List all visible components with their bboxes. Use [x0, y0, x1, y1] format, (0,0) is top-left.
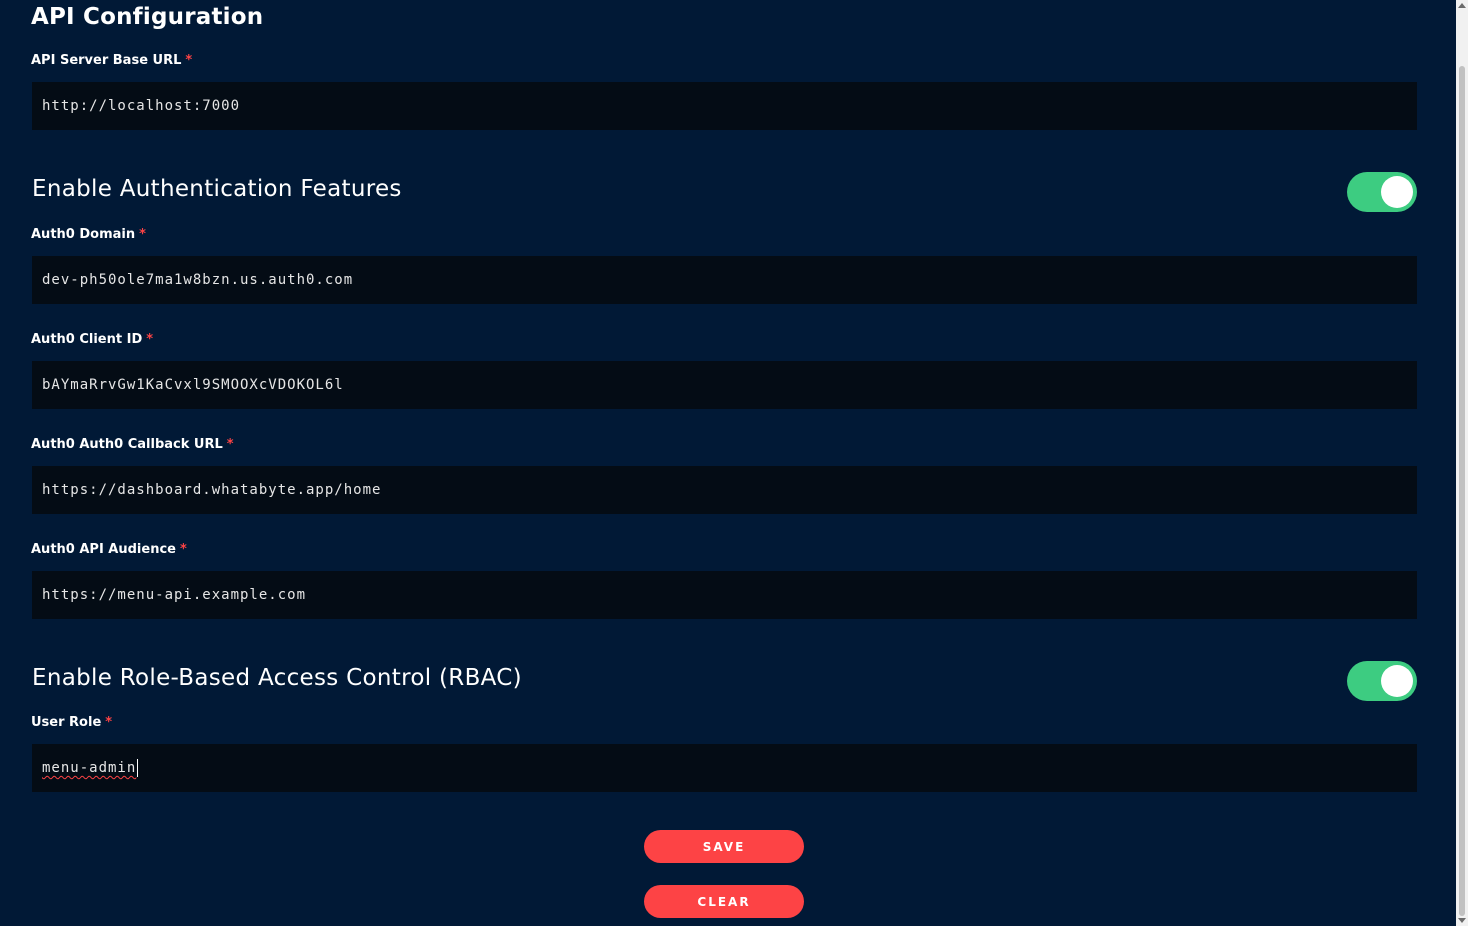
auth0-domain-value: dev-ph50ole7ma1w8bzn.us.auth0.com	[42, 272, 354, 288]
required-marker: *	[179, 542, 187, 557]
toggle-knob	[1381, 665, 1413, 697]
settings-page: API Configuration API Server Base URL * h…	[0, 0, 1468, 926]
scroll-down-icon[interactable]	[1458, 918, 1466, 923]
auth0-callback-url-value: https://dashboard.whatabyte.app/home	[42, 482, 382, 498]
save-button[interactable]: SAVE	[644, 830, 804, 863]
auth0-domain-label-text: Auth0 Domain	[31, 227, 136, 242]
scroll-up-icon[interactable]	[1458, 3, 1466, 8]
auth-features-toggle[interactable]	[1347, 172, 1417, 212]
toggle-knob	[1381, 176, 1413, 208]
user-role-value: menu-admin	[42, 760, 137, 776]
clear-button[interactable]: CLEAR	[644, 885, 804, 918]
required-marker: *	[139, 227, 146, 242]
auth0-api-audience-value: https://menu-api.example.com	[42, 587, 307, 603]
rbac-title: Enable Role-Based Access Control (RBAC)	[32, 665, 522, 691]
required-marker: *	[105, 715, 113, 730]
user-role-input[interactable]: menu-admin	[32, 744, 1417, 792]
auth0-callback-url-input[interactable]: https://dashboard.whatabyte.app/home	[32, 466, 1417, 514]
vertical-scrollbar[interactable]	[1456, 0, 1468, 926]
text-caret	[137, 759, 139, 777]
auth0-client-id-label-text: Auth0 Client ID	[31, 332, 143, 347]
auth0-api-audience-label: Auth0 API Audience *	[31, 542, 187, 557]
api-server-url-value: http://localhost:7000	[42, 98, 241, 114]
api-configuration-title: API Configuration	[31, 4, 264, 30]
auth0-domain-input[interactable]: dev-ph50ole7ma1w8bzn.us.auth0.com	[32, 256, 1417, 304]
auth0-client-id-input[interactable]: bAYmaRrvGw1KaCvxl9SMOOXcVDOKOL6l	[32, 361, 1417, 409]
required-marker: *	[146, 332, 154, 347]
required-marker: *	[226, 437, 234, 452]
rbac-toggle[interactable]	[1347, 661, 1417, 701]
auth0-callback-url-label: Auth0 Auth0 Callback URL *	[31, 437, 234, 452]
scrollbar-thumb[interactable]	[1459, 66, 1465, 916]
auth0-api-audience-label-text: Auth0 API Audience	[31, 542, 176, 557]
api-server-url-input[interactable]: http://localhost:7000	[32, 82, 1417, 130]
required-marker: *	[185, 53, 193, 68]
auth0-callback-url-label-text: Auth0 Auth0 Callback URL	[31, 437, 223, 452]
auth0-client-id-label: Auth0 Client ID *	[31, 332, 153, 347]
auth0-api-audience-input[interactable]: https://menu-api.example.com	[32, 571, 1417, 619]
user-role-label: User Role *	[31, 715, 112, 730]
auth0-domain-label: Auth0 Domain *	[31, 227, 146, 242]
api-server-url-label: API Server Base URL *	[31, 53, 192, 68]
auth-features-title: Enable Authentication Features	[32, 176, 402, 202]
user-role-label-text: User Role	[31, 715, 102, 730]
api-server-url-label-text: API Server Base URL	[31, 53, 182, 68]
auth0-client-id-value: bAYmaRrvGw1KaCvxl9SMOOXcVDOKOL6l	[42, 377, 344, 393]
